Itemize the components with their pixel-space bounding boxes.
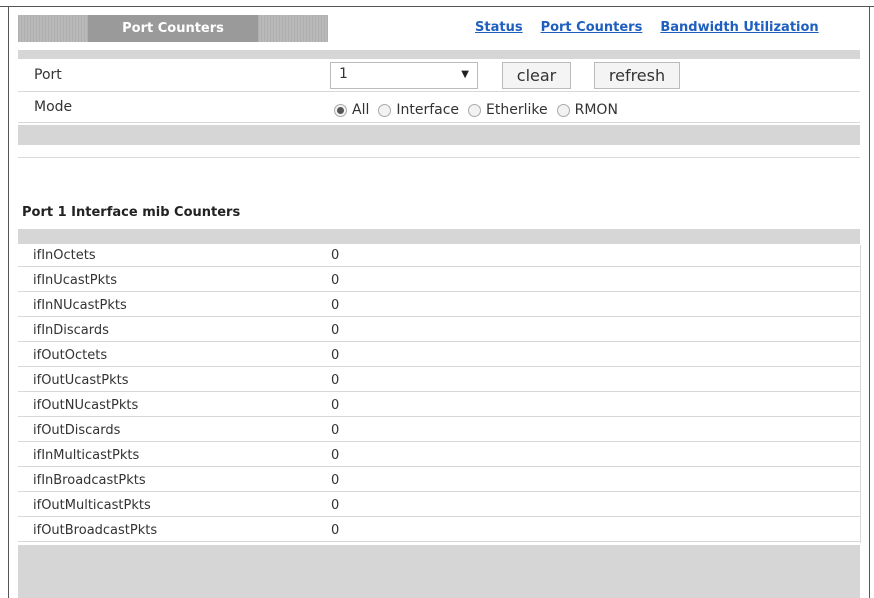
counter-name: ifInBroadcastPkts: [33, 473, 146, 488]
counter-value: 0: [331, 298, 340, 313]
counter-value: 0: [331, 423, 340, 438]
counter-name: ifInMulticastPkts: [33, 448, 140, 463]
window-left-border: [8, 7, 9, 598]
form-footer-bar: [18, 125, 860, 145]
counter-name: ifOutOctets: [33, 348, 108, 363]
counter-value: 0: [331, 398, 340, 413]
table-row: ifOutMulticastPkts 0: [18, 495, 860, 517]
counter-name: ifOutBroadcastPkts: [33, 523, 158, 538]
mode-radio-group: All Interface Etherlike RMON: [334, 102, 627, 118]
table-header-bar: [18, 229, 860, 244]
chevron-down-icon: ▼: [461, 69, 469, 80]
mode-option-label: Etherlike: [486, 102, 548, 118]
table-row: ifOutUcastPkts 0: [18, 370, 860, 392]
mode-label: Mode: [34, 99, 73, 115]
table-row: ifInMulticastPkts 0: [18, 445, 860, 467]
table-right-border: [860, 245, 861, 543]
table-row: ifInDiscards 0: [18, 320, 860, 342]
counter-name: ifInNUcastPkts: [33, 298, 127, 313]
counter-name: ifInOctets: [33, 248, 96, 263]
port-select-value: 1: [339, 66, 348, 82]
radio-icon[interactable]: [378, 103, 392, 117]
counter-value: 0: [331, 273, 340, 288]
window-top-border: [0, 0, 874, 7]
counter-value: 0: [331, 523, 340, 538]
counter-value: 0: [331, 448, 340, 463]
table-row: ifOutNUcastPkts 0: [18, 395, 860, 417]
bandwidth-utilization-link[interactable]: Bandwidth Utilization: [660, 20, 818, 35]
counter-value: 0: [331, 473, 340, 488]
mode-option-label: All: [352, 102, 370, 118]
counter-name: ifOutUcastPkts: [33, 373, 129, 388]
port-label: Port: [34, 67, 62, 83]
mode-option-all[interactable]: All: [334, 102, 369, 118]
status-link[interactable]: Status: [475, 20, 523, 35]
counter-value: 0: [331, 373, 340, 388]
counter-value: 0: [331, 248, 340, 263]
mode-option-etherlike[interactable]: Etherlike: [468, 102, 548, 118]
counter-name: ifInDiscards: [33, 323, 109, 338]
form-header-bar: [18, 50, 860, 59]
counter-value: 0: [331, 323, 340, 338]
clear-button[interactable]: clear: [502, 62, 571, 89]
mode-option-interface[interactable]: Interface: [378, 102, 459, 118]
section-divider: [18, 157, 860, 158]
table-row: ifOutBroadcastPkts 0: [18, 520, 860, 542]
top-nav-links: Status Port Counters Bandwidth Utilizati…: [475, 20, 862, 35]
counter-value: 0: [331, 348, 340, 363]
table-row: ifOutDiscards 0: [18, 420, 860, 442]
table-footer-bar: [18, 545, 860, 598]
radio-selected-icon[interactable]: [334, 103, 347, 117]
table-row: ifInUcastPkts 0: [18, 270, 860, 292]
port-select[interactable]: 1 ▼: [330, 62, 478, 89]
counter-name: ifOutMulticastPkts: [33, 498, 151, 513]
mode-option-label: RMON: [574, 102, 618, 118]
counter-name: ifOutDiscards: [33, 423, 121, 438]
refresh-button[interactable]: refresh: [594, 62, 680, 89]
table-row: ifInOctets 0: [18, 245, 860, 267]
page-title-bar: Port Counters: [18, 15, 328, 42]
mode-option-label: Interface: [396, 102, 460, 118]
table-row: ifOutOctets 0: [18, 345, 860, 367]
table-row: ifInBroadcastPkts 0: [18, 470, 860, 492]
table-row: ifInNUcastPkts 0: [18, 295, 860, 317]
counter-name: ifOutNUcastPkts: [33, 398, 139, 413]
page-title: Port Counters: [88, 15, 258, 42]
window-right-border: [869, 7, 870, 598]
radio-icon[interactable]: [468, 103, 482, 117]
section-title: Port 1 Interface mib Counters: [22, 205, 241, 220]
counter-value: 0: [331, 498, 340, 513]
radio-icon[interactable]: [556, 103, 570, 117]
port-counters-link[interactable]: Port Counters: [541, 20, 643, 35]
counter-name: ifInUcastPkts: [33, 273, 117, 288]
mode-option-rmon[interactable]: RMON: [556, 102, 618, 118]
